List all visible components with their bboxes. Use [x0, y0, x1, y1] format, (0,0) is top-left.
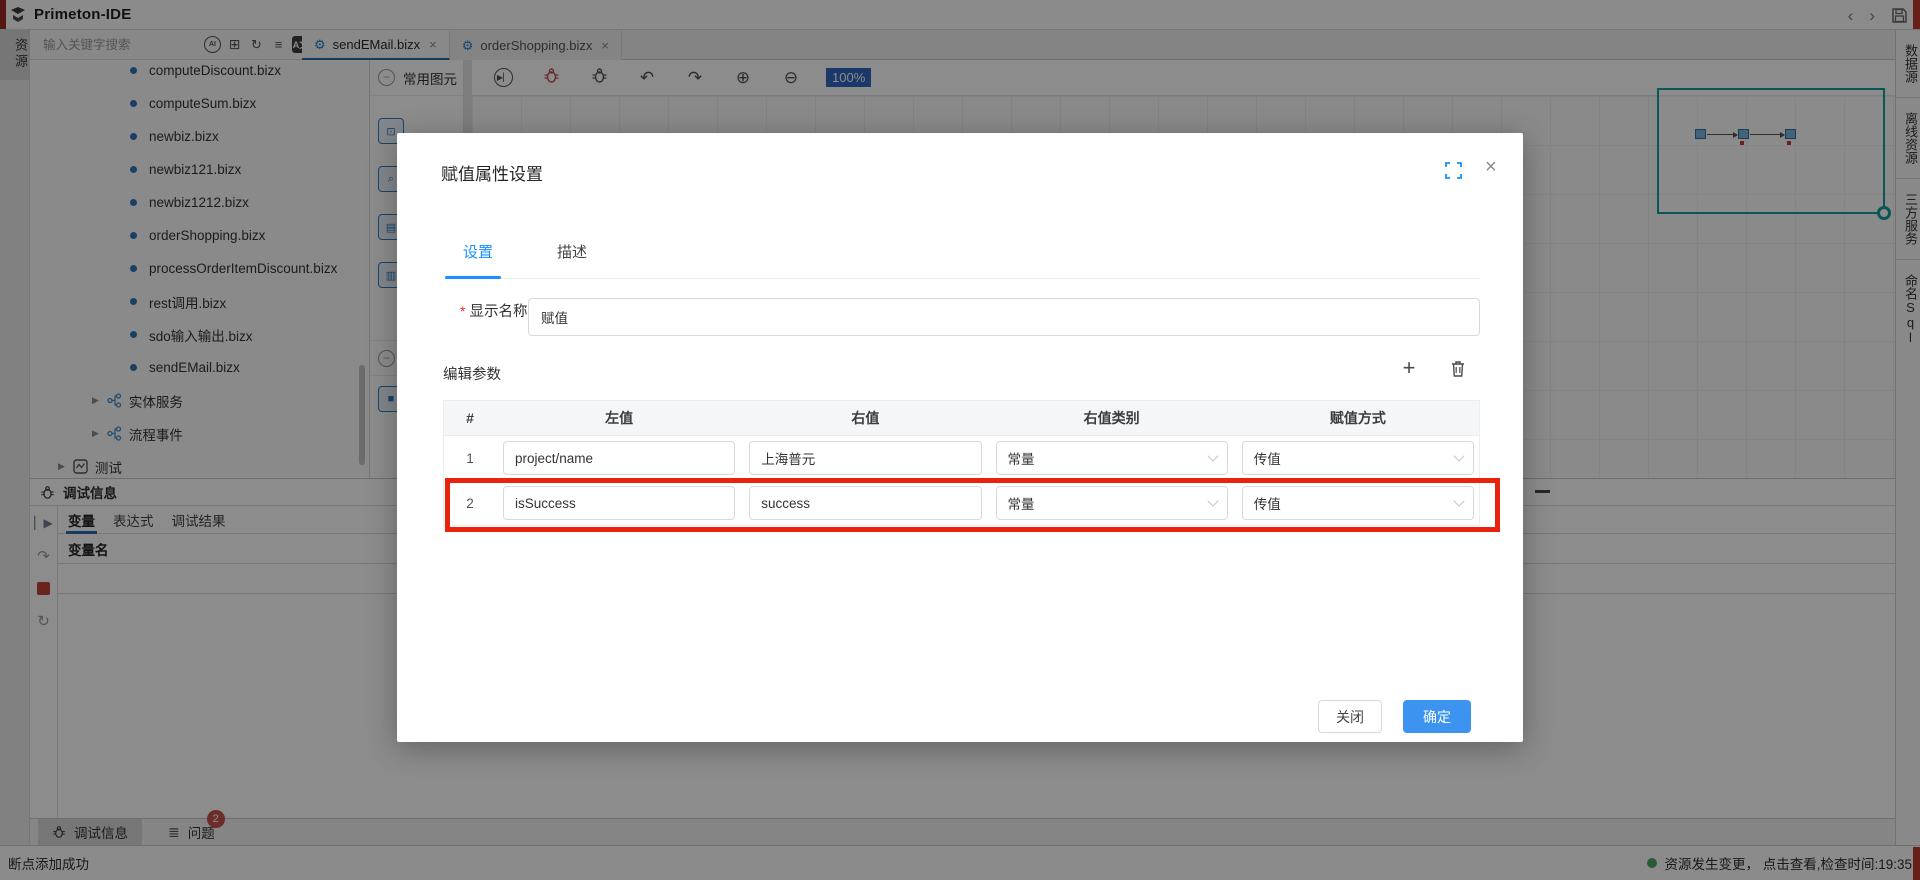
display-name-input[interactable] — [528, 298, 1480, 336]
dialog-tabs: 设置 描述 — [463, 241, 587, 262]
param-row-1: 1 project/name 上海普元 常量 传值 — [444, 436, 1479, 481]
active-tab-indicator — [445, 276, 501, 279]
display-name-row: * 显示名称 — [460, 300, 527, 321]
left-value-input[interactable]: isSuccess — [503, 486, 735, 520]
edit-params-label: 编辑参数 — [443, 363, 501, 384]
right-value-type-select[interactable]: 常量 — [996, 486, 1228, 520]
close-dialog-icon[interactable]: × — [1485, 156, 1497, 179]
dialog-title: 赋值属性设置 — [441, 160, 543, 185]
right-value-input[interactable]: success — [749, 486, 981, 520]
delete-row-icon[interactable] — [1449, 359, 1467, 378]
row-index: 1 — [444, 451, 496, 466]
col-header-right-value-type: 右值类别 — [989, 408, 1235, 428]
assign-method-select[interactable]: 传值 — [1242, 486, 1474, 520]
right-value-type-select[interactable]: 常量 — [996, 441, 1228, 475]
table-header-row: # 左值 右值 右值类别 赋值方式 — [444, 401, 1479, 436]
col-header-left-value: 左值 — [496, 408, 742, 428]
required-mark: * — [460, 303, 465, 319]
primeton-ide-app: Primeton-IDE ‹ › 资源 AI ⊞ ↻ ≡ A文 comput — [0, 0, 1920, 880]
col-header-index: # — [444, 410, 496, 426]
edit-params-table: # 左值 右值 右值类别 赋值方式 1 project/name 上海普元 常量… — [443, 400, 1480, 526]
dialog-tab-description[interactable]: 描述 — [557, 241, 587, 262]
assign-method-select[interactable]: 传值 — [1242, 441, 1474, 475]
ok-button[interactable]: 确定 — [1403, 700, 1471, 733]
param-row-2: 2 isSuccess success 常量 传值 — [444, 481, 1479, 526]
fullscreen-icon[interactable] — [1445, 162, 1462, 179]
right-value-input[interactable]: 上海普元 — [749, 441, 981, 475]
assignment-properties-dialog: 赋值属性设置 × 设置 描述 * 显示名称 编辑参数 + # 左值 右值 右值类 — [397, 133, 1523, 742]
close-button[interactable]: 关闭 — [1318, 700, 1382, 733]
col-header-assign-method: 赋值方式 — [1235, 408, 1481, 428]
col-header-right-value: 右值 — [742, 408, 988, 428]
add-row-icon[interactable]: + — [1395, 355, 1423, 381]
left-value-input[interactable]: project/name — [503, 441, 735, 475]
dialog-tab-settings[interactable]: 设置 — [463, 241, 493, 262]
tab-divider — [445, 278, 1480, 279]
row-index: 2 — [444, 496, 496, 511]
display-name-label: 显示名称 — [469, 300, 527, 321]
